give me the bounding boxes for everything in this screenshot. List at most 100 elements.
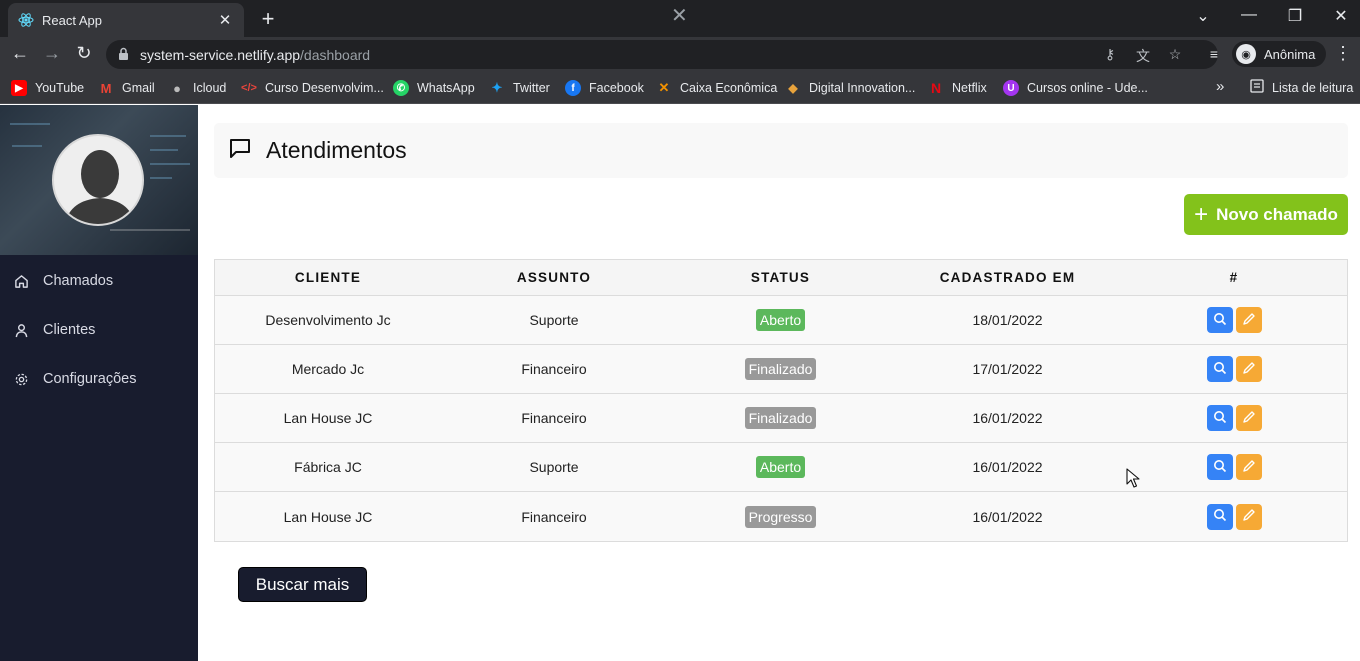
cell-assunto: Suporte xyxy=(529,312,579,328)
bookmark-gmail[interactable]: M Gmail xyxy=(98,78,155,98)
star-icon[interactable]: ☆ xyxy=(1166,46,1184,63)
bookmark-facebook[interactable]: f Facebook xyxy=(565,78,644,98)
view-button[interactable] xyxy=(1206,307,1233,333)
whatsapp-icon: ✆ xyxy=(393,80,409,96)
address-bar[interactable]: system-service.netlify.app/dashboard ⚷ 文… xyxy=(106,40,1218,69)
incognito-icon: ◉ xyxy=(1236,44,1256,64)
pencil-icon xyxy=(1242,312,1256,329)
twitter-icon: ✦ xyxy=(491,80,503,95)
reading-list[interactable]: Lista de leitura xyxy=(1250,78,1353,98)
back-icon[interactable]: ← xyxy=(8,43,32,64)
cell-assunto: Financeiro xyxy=(521,410,587,426)
bookmark-youtube[interactable]: ▶ YouTube xyxy=(11,78,84,98)
mouse-cursor-icon xyxy=(1126,468,1140,493)
view-button[interactable] xyxy=(1206,405,1233,431)
pencil-icon xyxy=(1242,508,1256,525)
view-button[interactable] xyxy=(1206,454,1233,480)
table-row: Desenvolvimento Jc Suporte Aberto 18/01/… xyxy=(215,296,1347,345)
window-close-icon[interactable]: ✕ xyxy=(1329,6,1353,26)
bookmark-curso[interactable]: </> Curso Desenvolvim... xyxy=(241,78,384,98)
cell-assunto: Financeiro xyxy=(521,508,587,525)
table-row: Lan House JC Financeiro Finalizado 16/01… xyxy=(215,394,1347,443)
new-ticket-button[interactable]: + Novo chamado xyxy=(1184,194,1348,235)
page-title: Atendimentos xyxy=(266,137,407,163)
youtube-icon: ▶ xyxy=(11,80,27,96)
cell-cadastrado: 16/01/2022 xyxy=(972,459,1043,475)
apple-icon: ● xyxy=(173,80,181,96)
search-icon xyxy=(1213,361,1227,378)
tickets-table: CLIENTE ASSUNTO STATUS CADASTRADO EM # D… xyxy=(214,259,1348,542)
close-tab-icon[interactable]: ✕ xyxy=(216,11,234,29)
bookmark-twitter[interactable]: ✦ Twitter xyxy=(489,78,550,98)
view-button[interactable] xyxy=(1206,356,1233,382)
cell-cliente: Mercado Jc xyxy=(291,361,365,377)
edit-button[interactable] xyxy=(1235,503,1262,530)
table-row: Lan House JC Financeiro Progresso 16/01/… xyxy=(215,492,1347,541)
bookmark-whatsapp[interactable]: ✆ WhatsApp xyxy=(393,78,475,98)
bookmarks-bar: ▶ YouTube M Gmail ● Icloud </> Curso Des… xyxy=(0,72,1360,104)
key-icon[interactable]: ⚷ xyxy=(1101,46,1119,63)
reading-list-icon xyxy=(1250,78,1264,98)
search-icon xyxy=(1213,508,1227,525)
cell-cadastrado: 16/01/2022 xyxy=(972,508,1043,525)
load-more-button[interactable]: Buscar mais xyxy=(238,567,367,602)
netflix-icon: N xyxy=(930,80,942,96)
column-header-actions: # xyxy=(1229,270,1239,285)
chevron-right-icon[interactable]: » xyxy=(1216,78,1224,95)
bookmark-caixa[interactable]: ✕ Caixa Econômica xyxy=(656,78,778,98)
browser-tab-bar: React App ✕ + ✕ ⌄ — ❐ ✕ xyxy=(0,0,1360,37)
edit-button[interactable] xyxy=(1235,356,1262,382)
reading-queue-icon[interactable]: ≡ xyxy=(1205,46,1223,62)
user-icon xyxy=(13,322,29,338)
search-icon xyxy=(1213,410,1227,427)
profile-button[interactable]: ◉ Anônima xyxy=(1232,41,1326,67)
sidebar-item-chamados[interactable]: Chamados xyxy=(0,263,198,299)
more-menu-icon[interactable]: ⋮ xyxy=(1334,43,1352,64)
tab-title: React App xyxy=(42,12,102,28)
udemy-icon: U xyxy=(1003,80,1019,96)
main-content: Atendimentos + Novo chamado CLIENTE ASSU… xyxy=(198,105,1360,661)
bookmark-dio[interactable]: ◆ Digital Innovation... xyxy=(785,78,915,98)
minimize-icon[interactable]: — xyxy=(1237,6,1261,24)
page-header: Atendimentos xyxy=(214,123,1348,178)
bookmark-icloud[interactable]: ● Icloud xyxy=(169,78,226,98)
avatar xyxy=(52,134,144,226)
forward-icon[interactable]: → xyxy=(40,43,64,64)
dio-icon: ◆ xyxy=(788,81,798,95)
edit-button[interactable] xyxy=(1235,405,1262,431)
gmail-icon: M xyxy=(100,80,112,96)
react-icon xyxy=(18,12,34,28)
search-icon xyxy=(1213,459,1227,476)
column-header-status: STATUS xyxy=(750,270,811,285)
browser-tab[interactable]: React App ✕ xyxy=(8,3,244,37)
cell-cliente: Desenvolvimento Jc xyxy=(265,312,391,328)
bookmark-udemy[interactable]: U Cursos online - Ude... xyxy=(1003,78,1148,98)
new-tab-icon[interactable]: + xyxy=(256,6,280,32)
pencil-icon xyxy=(1242,410,1256,427)
cell-cadastrado: 16/01/2022 xyxy=(972,410,1043,426)
url-text: system-service.netlify.app/dashboard xyxy=(140,47,371,63)
translate-icon[interactable]: 文 xyxy=(1134,46,1152,66)
edit-button[interactable] xyxy=(1235,307,1262,333)
edit-button[interactable] xyxy=(1235,454,1262,480)
view-button[interactable] xyxy=(1206,503,1233,530)
code-icon: </> xyxy=(241,82,257,94)
reload-icon[interactable]: ↻ xyxy=(72,43,96,64)
column-header-cadastrado: CADASTRADO EM xyxy=(939,270,1076,285)
pencil-icon xyxy=(1242,361,1256,378)
home-icon xyxy=(13,273,29,289)
sidebar-item-configuracoes[interactable]: Configurações xyxy=(0,361,198,397)
column-header-cliente: CLIENTE xyxy=(294,270,362,285)
restore-icon[interactable]: ❐ xyxy=(1283,6,1307,26)
profile-name: Anônima xyxy=(1264,46,1316,62)
bookmark-netflix[interactable]: N Netflix xyxy=(928,78,987,98)
settings-icon xyxy=(13,371,29,387)
tab-search-icon[interactable]: ⌄ xyxy=(1191,6,1215,26)
status-badge: Aberto xyxy=(755,309,806,331)
sidebar: Chamados Clientes Configurações xyxy=(0,105,198,661)
close-icon[interactable]: ✕ xyxy=(671,3,688,28)
pencil-icon xyxy=(1242,459,1256,476)
plus-icon: + xyxy=(1194,200,1209,228)
cell-cliente: Fábrica JC xyxy=(294,459,362,475)
sidebar-item-clientes[interactable]: Clientes xyxy=(0,312,198,348)
